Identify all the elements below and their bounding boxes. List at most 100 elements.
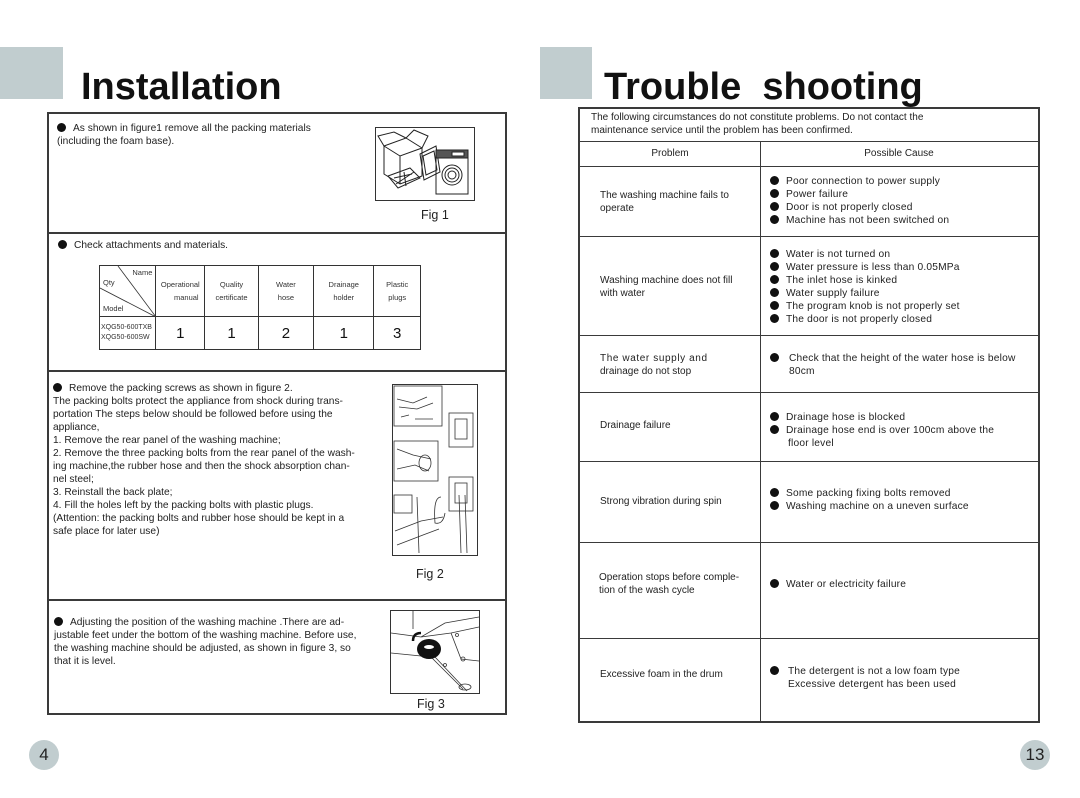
section-packing-screws: Remove the packing screws as shown in fi… <box>49 372 505 601</box>
adjustable-foot-icon <box>390 611 480 692</box>
cause-item: Water is not turned on <box>770 248 1040 261</box>
bullet-icon <box>57 123 66 132</box>
model-cell: XQG50-600TXB XQG50-600SW <box>98 316 157 350</box>
cause-item: Drainage hose end is over 100cm above th… <box>770 424 1040 437</box>
intro-row: The following circumstances do not const… <box>580 109 1038 142</box>
bullet-icon <box>770 275 779 284</box>
problem-text: Operation stops before comple- tion of t… <box>599 572 740 596</box>
bullet-icon <box>58 240 67 249</box>
cause-item: Some packing fixing bolts removed <box>770 487 1040 500</box>
section-adjusting-feet: Adjusting the position of the washing ma… <box>49 601 505 713</box>
table-row: The water supply and drainage do not sto… <box>580 336 1038 393</box>
bullet-icon <box>770 249 779 258</box>
cause-item: Water or electricity failure <box>770 578 1040 591</box>
cause-item: Drainage hose is blocked <box>770 411 1040 424</box>
problem-text: The water supply and drainage do not sto… <box>600 353 708 377</box>
table-row: Excessive foam in the drum The detergent… <box>580 639 1038 721</box>
bullet-icon <box>770 488 779 497</box>
qty-cell: 2 <box>257 316 315 350</box>
section4-text: Adjusting the position of the washing ma… <box>54 617 357 667</box>
causes-list: Check that the height of the water hose … <box>770 352 1040 378</box>
bullet-icon <box>54 617 63 626</box>
cause-item: Door is not properly closed <box>770 201 1040 214</box>
cause-item: Power failure <box>770 188 1040 201</box>
bullet-icon <box>770 666 779 675</box>
causes-list: Water or electricity failure <box>770 578 1040 591</box>
table-row: The washing machine fails to operate Poo… <box>580 167 1038 237</box>
figure-2-caption: Fig 2 <box>416 567 444 581</box>
causes-list: Poor connection to power supply Power fa… <box>770 175 1040 227</box>
packing-bolt-removal-icon <box>393 385 474 554</box>
cause-item: Machine has not been switched on <box>770 214 1040 227</box>
figure-3-caption: Fig 3 <box>417 697 445 711</box>
corner-label-name: Name <box>132 268 153 277</box>
problem-text: Drainage failure <box>600 420 671 431</box>
causes-list: The detergent is not a low foam type Exc… <box>770 665 1040 691</box>
cause-item: Check that the height of the water hose … <box>770 352 1040 365</box>
cause-item: Poor connection to power supply <box>770 175 1040 188</box>
figure-3 <box>390 610 480 694</box>
bullet-icon <box>770 579 779 588</box>
column-header: Quality certificate <box>204 265 259 317</box>
column-header: Drainage holder <box>313 265 375 317</box>
table-row: XQG50-600TXB XQG50-600SW 1 1 2 1 3 <box>98 316 421 350</box>
cause-item: Water supply failure <box>770 287 1040 300</box>
section1-line2: (including the foam base). <box>57 136 175 147</box>
section-marker <box>0 47 63 99</box>
bullet-icon <box>770 215 779 224</box>
bullet-icon <box>770 425 779 434</box>
page-number-right: 13 <box>1020 740 1050 770</box>
qty-cell: 1 <box>313 316 375 350</box>
column-header: Operational manual <box>155 265 206 317</box>
causes-list: Drainage hose is blocked Drainage hose e… <box>770 411 1040 450</box>
cause-item: Washing machine on a uneven surface <box>770 500 1040 513</box>
section-marker <box>540 47 592 99</box>
bullet-icon <box>770 412 779 421</box>
cause-item: The program knob is not properly set <box>770 300 1040 313</box>
cause-item: 80cm <box>789 366 815 377</box>
cause-item: Water pressure is less than 0.05MPa <box>770 261 1040 274</box>
bullet-icon <box>53 383 62 392</box>
cause-item: floor level <box>788 438 834 449</box>
qty-cell: 1 <box>204 316 259 350</box>
problem-text: Excessive foam in the drum <box>600 669 723 680</box>
page-number-left: 4 <box>29 740 59 770</box>
causes-list: Some packing fixing bolts removed Washin… <box>770 487 1040 513</box>
header-problem: Problem <box>651 148 689 159</box>
cause-item: The door is not properly closed <box>770 313 1040 326</box>
figure-2 <box>392 384 478 556</box>
bullet-icon <box>770 288 779 297</box>
bullet-icon <box>770 301 779 310</box>
table-row: Drainage failure Drainage hose is blocke… <box>580 393 1038 462</box>
bullet-icon <box>770 353 779 362</box>
problem-text: Washing machine does not fill with water <box>600 275 733 299</box>
attachments-table: Name Qty Model Operational manual Quality… <box>98 265 421 350</box>
page-title-troubleshooting: Trouble shooting <box>604 66 923 108</box>
cause-item: The inlet hose is kinked <box>770 274 1040 287</box>
corner-label-model: Model <box>103 304 124 313</box>
header-possible-cause: Possible Cause <box>864 148 934 159</box>
table-row: Strong vibration during spin Some packin… <box>580 462 1038 543</box>
bullet-icon <box>770 176 779 185</box>
cause-item: Excessive detergent has been used <box>788 679 957 690</box>
bullet-icon <box>770 262 779 271</box>
corner-label-qty: Qty <box>103 278 115 287</box>
problem-text: The washing machine fails to operate <box>600 190 729 214</box>
header-row: Problem Possible Cause <box>580 142 1038 167</box>
qty-cell: 1 <box>155 316 206 350</box>
table-row: Operation stops before comple- tion of t… <box>580 543 1038 639</box>
section-attachments: Check attachments and materials. Name Qt… <box>49 234 505 372</box>
page-title-installation: Installation <box>81 66 282 108</box>
cause-item: The detergent is not a low foam type <box>770 665 1040 678</box>
intro-text: The following circumstances do not const… <box>591 112 924 136</box>
table-corner-cell: Name Qty Model <box>98 265 157 317</box>
figure-1-caption: Fig 1 <box>421 208 449 222</box>
bullet-icon <box>770 202 779 211</box>
washing-machine-unpacking-icon <box>377 129 469 195</box>
installation-panel: As shown in figure1 remove all the packi… <box>47 112 507 715</box>
section-packing-materials: As shown in figure1 remove all the packi… <box>49 114 505 234</box>
column-header: Plastic plugs <box>373 265 421 317</box>
table-row: Washing machine does not fill with water… <box>580 237 1038 336</box>
figure-1 <box>375 127 475 201</box>
section3-text: Remove the packing screws as shown in fi… <box>53 383 355 537</box>
